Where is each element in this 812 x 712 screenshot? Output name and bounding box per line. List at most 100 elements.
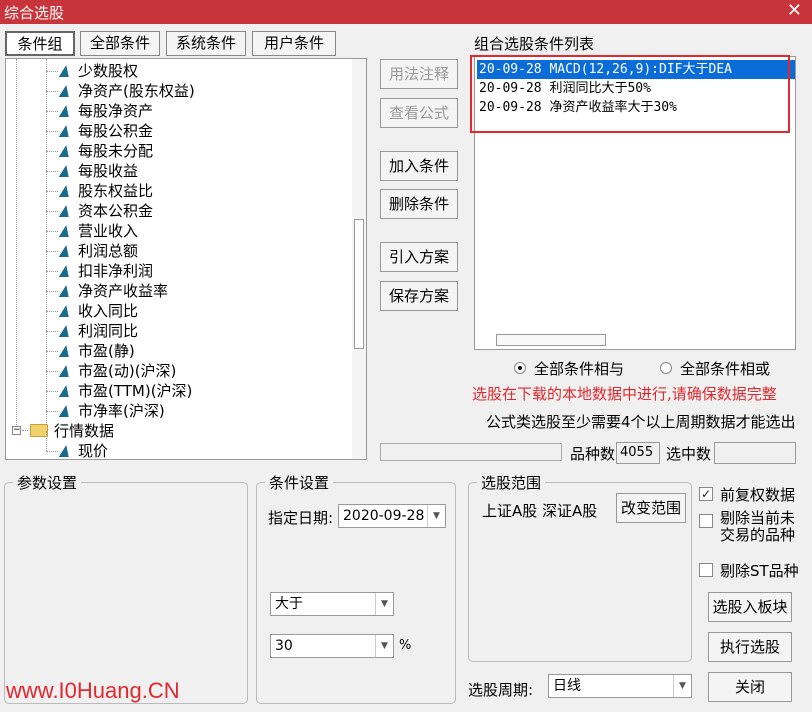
selection-progress-bar bbox=[380, 443, 562, 461]
formula-leaf-icon bbox=[58, 225, 72, 237]
folder-collapse-icon[interactable]: − bbox=[12, 426, 21, 435]
tree-item[interactable]: 市盈(TTM)(沪深) bbox=[58, 381, 192, 401]
tree-item[interactable]: 营业收入 bbox=[58, 221, 139, 241]
usage-note-button[interactable]: 用法注释 bbox=[380, 59, 458, 89]
tree-item[interactable]: 每股收益 bbox=[58, 161, 138, 181]
tree-item[interactable]: 利润总额 bbox=[58, 241, 138, 261]
close-icon[interactable]: ✕ bbox=[787, 0, 802, 21]
tree-item-label: 市盈(静) bbox=[78, 342, 135, 360]
tree-item[interactable]: 资本公积金 bbox=[58, 201, 153, 221]
tree-scrollbar[interactable] bbox=[352, 59, 366, 459]
date-picker[interactable]: 2020-09-28 ▼ bbox=[338, 504, 446, 528]
tree-item[interactable]: 净资产收益率 bbox=[58, 281, 169, 301]
tree-item[interactable]: 股东权益比 bbox=[58, 181, 154, 201]
tree-scroll-thumb[interactable] bbox=[354, 219, 364, 349]
view-formula-button[interactable]: 查看公式 bbox=[380, 98, 458, 128]
tree-folder-label: 行情数据 bbox=[54, 422, 115, 440]
condition-list-title: 组合选股条件列表 bbox=[474, 35, 595, 53]
exclude-untraded-line1: 剔除当前未 bbox=[720, 509, 796, 527]
tree-item-label: 净资产(股东权益) bbox=[78, 82, 195, 100]
tab-condition-group[interactable]: 条件组 bbox=[5, 31, 75, 56]
tree-item-label: 营业收入 bbox=[78, 222, 139, 240]
tree-item[interactable]: 净资产(股东权益) bbox=[58, 81, 195, 101]
tree-item[interactable]: 收入同比 bbox=[58, 301, 138, 321]
tree-item-label: 净资产收益率 bbox=[78, 282, 169, 300]
count-label: 品种数 bbox=[570, 445, 616, 463]
formula-leaf-icon bbox=[58, 165, 72, 177]
tree-folder-market-data[interactable]: 行情数据 bbox=[30, 421, 114, 441]
adjusted-data-label: 前复权数据 bbox=[720, 486, 796, 504]
tab-all-conditions[interactable]: 全部条件 bbox=[80, 31, 160, 56]
tree-item-label: 股东权益比 bbox=[78, 182, 154, 200]
select-into-block-button[interactable]: 选股入板块 bbox=[708, 592, 792, 622]
operator-select[interactable]: 大于 ▼ bbox=[270, 592, 394, 616]
tree-item[interactable]: 每股未分配 bbox=[58, 141, 153, 161]
tree-item-current-price[interactable]: 现价 bbox=[58, 441, 109, 460]
exclude-untraded-label: 剔除当前未 交易的品种 bbox=[720, 510, 795, 544]
tree-item[interactable]: 扣非净利润 bbox=[58, 261, 154, 281]
and-radio-label: 全部条件相与 bbox=[534, 360, 625, 378]
tree-item[interactable]: 市净率(沪深) bbox=[58, 401, 165, 421]
parameter-settings-title: 参数设置 bbox=[13, 472, 82, 493]
operator-value: 大于 bbox=[275, 596, 303, 612]
count-value: 4055 bbox=[616, 442, 660, 464]
threshold-input[interactable]: 30 ▼ bbox=[270, 634, 394, 658]
range-markets: 上证A股 深证A股 bbox=[482, 502, 598, 520]
tree-item[interactable]: 每股公积金 bbox=[58, 121, 153, 141]
or-radio-label: 全部条件相或 bbox=[680, 360, 771, 378]
tree-item-label: 扣非净利润 bbox=[78, 262, 154, 280]
list-horizontal-scrollbar[interactable] bbox=[496, 334, 606, 346]
tree-item[interactable]: 市盈(静) bbox=[58, 341, 135, 361]
or-radio[interactable] bbox=[660, 362, 672, 374]
tab-user-conditions[interactable]: 用户条件 bbox=[252, 31, 336, 56]
formula-leaf-icon bbox=[58, 85, 72, 97]
formula-leaf-icon bbox=[58, 245, 72, 257]
delete-condition-button[interactable]: 删除条件 bbox=[380, 189, 458, 219]
formula-leaf-icon bbox=[58, 325, 72, 337]
condition-tree[interactable]: 少数股权 净资产(股东权益) 每股净资产 每股公积金 每股未分配 每股收益 股东权益比 资本公… bbox=[5, 58, 367, 460]
formula-leaf-icon bbox=[58, 365, 72, 377]
exclude-untraded-checkbox[interactable] bbox=[699, 514, 713, 528]
tree-item[interactable]: 市盈(动)(沪深) bbox=[58, 361, 176, 381]
formula-leaf-icon bbox=[58, 185, 72, 197]
formula-leaf-icon bbox=[58, 285, 72, 297]
and-radio[interactable] bbox=[514, 362, 526, 374]
tree-item-label: 利润同比 bbox=[78, 322, 139, 340]
tree-item-label: 现价 bbox=[78, 442, 109, 460]
formula-leaf-icon bbox=[58, 125, 72, 137]
add-condition-button[interactable]: 加入条件 bbox=[380, 151, 458, 181]
close-button[interactable]: 关闭 bbox=[708, 672, 792, 702]
data-warning-text: 选股在下载的本地数据中进行,请确保数据完整 bbox=[472, 385, 777, 403]
change-range-button[interactable]: 改变范围 bbox=[616, 493, 686, 523]
exclude-st-checkbox[interactable] bbox=[699, 563, 713, 577]
formula-leaf-icon bbox=[58, 205, 72, 217]
formula-leaf-icon bbox=[58, 405, 72, 417]
selected-count-value bbox=[714, 442, 796, 464]
tree-item[interactable]: 少数股权 bbox=[58, 61, 138, 81]
period-select[interactable]: 日线 ▼ bbox=[548, 674, 692, 698]
chevron-down-icon[interactable]: ▼ bbox=[427, 505, 445, 527]
parameter-settings-group: 参数设置 bbox=[4, 472, 248, 704]
tree-item-label: 每股净资产 bbox=[78, 102, 154, 120]
tree-item[interactable]: 利润同比 bbox=[58, 321, 139, 341]
formula-leaf-icon bbox=[58, 145, 72, 157]
chevron-down-icon[interactable]: ▼ bbox=[375, 635, 393, 657]
formula-info-text: 公式类选股至少需要4个以上周期数据才能选出 bbox=[486, 413, 796, 431]
unit-label: % bbox=[399, 638, 412, 653]
tree-item[interactable]: 每股净资产 bbox=[58, 101, 154, 121]
date-label: 指定日期: bbox=[268, 509, 334, 527]
save-scheme-button[interactable]: 保存方案 bbox=[380, 281, 458, 311]
period-label: 选股周期: bbox=[468, 681, 534, 699]
condition-settings-title: 条件设置 bbox=[265, 472, 334, 493]
chevron-down-icon[interactable]: ▼ bbox=[375, 593, 393, 615]
tab-system-conditions[interactable]: 系统条件 bbox=[166, 31, 246, 56]
import-scheme-button[interactable]: 引入方案 bbox=[380, 242, 458, 272]
highlight-box bbox=[470, 55, 790, 133]
period-value: 日线 bbox=[553, 678, 581, 694]
window-title: 综合选股 bbox=[4, 4, 65, 22]
formula-leaf-icon bbox=[58, 445, 72, 457]
chevron-down-icon[interactable]: ▼ bbox=[673, 675, 691, 697]
formula-leaf-icon bbox=[58, 305, 72, 317]
execute-selection-button[interactable]: 执行选股 bbox=[708, 632, 792, 662]
adjusted-data-checkbox[interactable]: ✓ bbox=[699, 487, 713, 501]
